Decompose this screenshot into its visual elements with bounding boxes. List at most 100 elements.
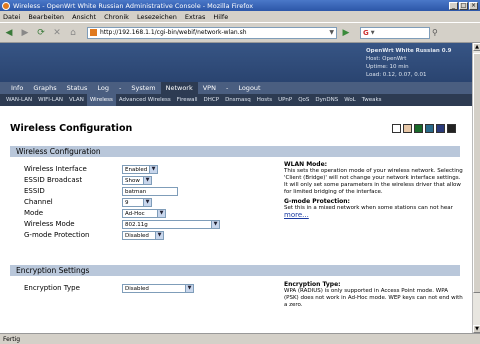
field-label: Wireless Mode (24, 220, 75, 228)
select-value: 802.11g (125, 221, 148, 228)
tab-graphs[interactable]: Graphs (28, 82, 61, 94)
subtab-hosts[interactable]: Hosts (254, 94, 275, 106)
help-text: This sets the operation mode of your wir… (284, 168, 463, 195)
subtab-dyndns[interactable]: DynDNS (312, 94, 341, 106)
vertical-scrollbar[interactable]: ▲ ▼ (472, 43, 480, 333)
subtab-qos[interactable]: QoS (295, 94, 312, 106)
essid-broadcast-select[interactable]: Show ▼ (122, 176, 152, 185)
chevron-down-icon: ▼ (155, 232, 163, 239)
field-label: Wireless Interface (24, 165, 87, 173)
theme-swatch[interactable] (403, 124, 412, 133)
subtab-dhcp[interactable]: DHCP (201, 94, 223, 106)
scroll-up-icon[interactable]: ▲ (473, 43, 480, 51)
menu-bar: Datei Bearbeiten Ansicht Chronik Lesezei… (0, 11, 480, 22)
select-value: Show (125, 177, 140, 184)
menu-file[interactable]: Datei (3, 13, 20, 21)
theme-swatch[interactable] (425, 124, 434, 133)
subtab-advanced-wireless[interactable]: Advanced Wireless (116, 94, 174, 106)
field-label: Mode (24, 209, 44, 217)
select-value: 9 (125, 199, 129, 206)
select-value: Disabled (125, 232, 149, 239)
search-box[interactable]: G ▼ (360, 26, 430, 39)
theme-swatch[interactable] (414, 124, 423, 133)
wireless-section-heading: Wireless Configuration (10, 146, 460, 157)
close-button[interactable]: × (469, 1, 478, 10)
host-info-line: OpenWrt White Russian 0.9 (366, 48, 452, 54)
tab-vpn[interactable]: VPN (198, 82, 221, 94)
chevron-down-icon: ▼ (211, 221, 219, 228)
tab-info[interactable]: Info (6, 82, 28, 94)
main-tabs: Info Graphs Status Log - System Network … (0, 82, 472, 94)
tab-logout[interactable]: Logout (233, 82, 265, 94)
menu-edit[interactable]: Bearbeiten (28, 13, 64, 21)
menu-view[interactable]: Ansicht (72, 13, 96, 21)
minimize-button[interactable]: _ (449, 1, 458, 10)
url-dropdown-icon[interactable]: ▼ (329, 29, 336, 36)
channel-select[interactable]: 9 ▼ (122, 198, 152, 207)
url-text[interactable]: http://192.168.1.1/cgi-bin/webif/network… (100, 29, 329, 36)
subtab-wol[interactable]: WoL (341, 94, 359, 106)
address-bar[interactable]: http://192.168.1.1/cgi-bin/webif/network… (87, 26, 337, 39)
status-bar: Fertig (0, 333, 480, 344)
subtab-firewall[interactable]: Firewall (174, 94, 201, 106)
tab-system[interactable]: System (126, 82, 160, 94)
google-icon: G (363, 28, 369, 37)
menu-tools[interactable]: Extras (185, 13, 206, 21)
host-info-line: Host: OpenWrt (366, 56, 407, 62)
tab-separator: - (118, 84, 122, 92)
host-info: OpenWrt White Russian 0.9 Host: OpenWrt … (366, 47, 452, 79)
subtab-dnsmasq[interactable]: Dnsmasq (222, 94, 254, 106)
subtab-wireless[interactable]: Wireless (86, 94, 116, 106)
theme-swatch[interactable] (447, 124, 456, 133)
field-label: ESSID Broadcast (24, 176, 83, 184)
g-mode-protection-select[interactable]: Disabled ▼ (122, 231, 164, 240)
menu-bookmarks[interactable]: Lesezeichen (137, 13, 177, 21)
select-value: Enabled (125, 166, 148, 173)
chevron-down-icon: ▼ (143, 177, 151, 184)
maximize-button[interactable]: □ (459, 1, 468, 10)
back-icon[interactable]: ◀ (3, 27, 15, 39)
tab-status[interactable]: Status (62, 82, 93, 94)
more-link[interactable]: more... (284, 212, 464, 219)
theme-swatches (392, 124, 456, 133)
help-text: Set this in a mixed network when some st… (284, 205, 453, 211)
select-value: Disabled (125, 285, 149, 292)
menu-history[interactable]: Chronik (104, 13, 129, 21)
host-info-line: Load: 0.12, 0.07, 0.01 (366, 72, 427, 78)
go-icon[interactable]: ▶ (340, 27, 352, 39)
theme-swatch[interactable] (392, 124, 401, 133)
search-engine-dropdown-icon[interactable]: ▼ (371, 30, 375, 36)
subtab-tweaks[interactable]: Tweaks (359, 94, 385, 106)
field-label: ESSID (24, 187, 45, 195)
scroll-down-icon[interactable]: ▼ (473, 325, 480, 333)
status-text: Fertig (3, 335, 21, 343)
stop-icon[interactable]: ✕ (51, 27, 63, 39)
wireless-mode-select[interactable]: 802.11g ▼ (122, 220, 220, 229)
input-value: batman (125, 188, 147, 195)
search-icon[interactable]: ⚲ (432, 28, 438, 37)
page-title: Wireless Configuration (10, 123, 133, 134)
field-label: Channel (24, 198, 53, 206)
router-header: OpenWrt White Russian 0.9 Host: OpenWrt … (0, 43, 472, 82)
tab-log[interactable]: Log (92, 82, 114, 94)
reload-icon[interactable]: ⟳ (35, 27, 47, 39)
mode-select[interactable]: Ad-Hoc ▼ (122, 209, 166, 218)
window-title: Wireless - OpenWrt White Russian Adminis… (13, 1, 254, 10)
chevron-down-icon: ▼ (149, 166, 157, 173)
tab-network[interactable]: Network (160, 82, 198, 94)
subtab-upnp[interactable]: UPnP (275, 94, 295, 106)
subtab-wifi-lan[interactable]: WIFI-LAN (35, 94, 66, 106)
scrollbar-thumb[interactable] (473, 53, 480, 293)
menu-help[interactable]: Hilfe (213, 13, 228, 21)
essid-input[interactable]: batman (122, 187, 178, 196)
page-favicon-icon (90, 29, 97, 36)
encryption-type-select[interactable]: Disabled ▼ (122, 284, 194, 293)
wireless-interface-select[interactable]: Enabled ▼ (122, 165, 158, 174)
home-icon[interactable]: ⌂ (67, 27, 79, 39)
encryption-section-heading: Encryption Settings (10, 265, 460, 276)
help-text: WPA (RADIUS) is only supported in Access… (284, 288, 463, 308)
theme-swatch[interactable] (436, 124, 445, 133)
subtab-vlan[interactable]: VLAN (66, 94, 87, 106)
subtab-wan-lan[interactable]: WAN-LAN (3, 94, 35, 106)
forward-icon[interactable]: ▶ (19, 27, 31, 39)
